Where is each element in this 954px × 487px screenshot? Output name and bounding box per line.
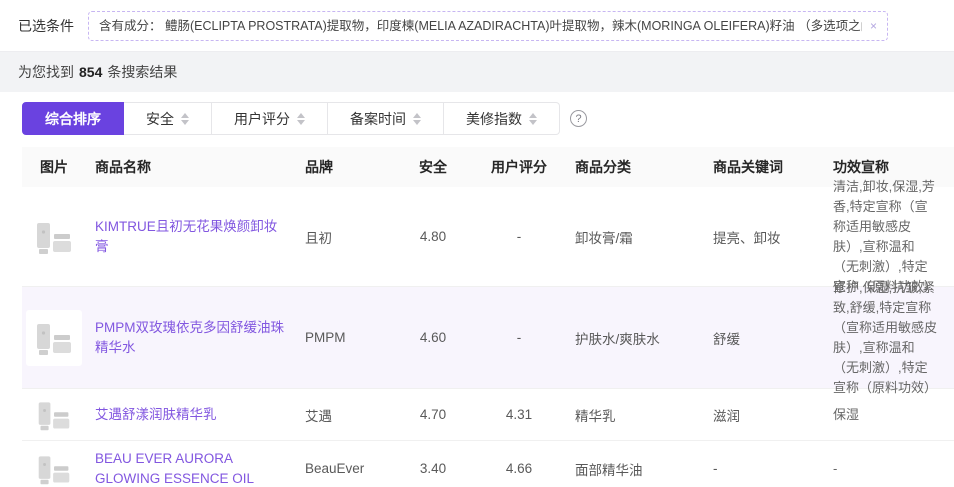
col-header-keywords: 商品关键词 xyxy=(697,157,825,177)
brand-cell: PMPM xyxy=(296,330,395,345)
keywords-cell: 舒缓 xyxy=(697,328,825,348)
ingredient-filter-tag: 含有成分： 鳢肠(ECLIPTA PROSTRATA)提取物，印度楝(MELIA… xyxy=(88,11,888,41)
results-suffix: 条搜索结果 xyxy=(107,62,177,82)
brand-cell: 艾遇 xyxy=(296,405,395,425)
sort-tab-label: 备案时间 xyxy=(350,109,406,129)
user-rating-cell: - xyxy=(471,330,567,345)
keywords-cell: 滋润 xyxy=(697,405,825,425)
table-row: KIMTRUE且初无花果焕颜卸妆膏 且初 4.80 - 卸妆膏/霜 提亮、卸妆 … xyxy=(22,187,954,287)
safety-score-cell: 4.70 xyxy=(395,407,471,422)
cosmetics-placeholder-icon xyxy=(32,318,76,358)
efficacy-cell: 修护,保湿,抗皱,紧致,舒缓,特定宣称（宣称适用敏感皮肤）,宣称温和（无刺激）,… xyxy=(825,270,954,406)
sort-toolbar: 综合排序 安全 用户评分 备案时间 美修指数 ? xyxy=(22,102,954,135)
sort-tab-label: 综合排序 xyxy=(45,109,101,129)
sort-tab-label: 用户评分 xyxy=(234,109,290,129)
product-image[interactable] xyxy=(26,447,82,487)
product-name-link[interactable]: PMPM双玫瑰依克多因舒缓油珠精华水 xyxy=(95,320,284,355)
user-rating-cell: 4.66 xyxy=(471,461,567,476)
results-prefix: 为您找到 xyxy=(18,62,74,82)
keywords-cell: 提亮、卸妆 xyxy=(697,227,825,247)
sort-tab-user-rating[interactable]: 用户评分 xyxy=(212,102,328,135)
table-row: BEAU EVER AURORA GLOWING ESSENCE OIL Bea… xyxy=(22,441,954,487)
col-header-image: 图片 xyxy=(22,157,86,177)
filter-tag-text: 含有成分： 鳢肠(ECLIPTA PROSTRATA)提取物，印度楝(MELIA… xyxy=(99,18,862,34)
sort-tab-composite[interactable]: 综合排序 xyxy=(22,102,124,135)
safety-score-cell: 4.60 xyxy=(395,330,471,345)
close-icon[interactable]: × xyxy=(870,20,877,32)
brand-cell: BeauEver xyxy=(296,461,395,476)
brand-cell: 且初 xyxy=(296,227,395,247)
sort-carets-icon xyxy=(413,113,421,125)
filter-label: 已选条件 xyxy=(18,16,74,36)
user-rating-cell: - xyxy=(471,229,567,244)
table-row: 艾遇舒漾润肤精华乳 艾遇 4.70 4.31 精华乳 滋润 保湿 xyxy=(22,389,954,441)
help-icon[interactable]: ? xyxy=(570,110,587,127)
col-header-rating: 用户评分 xyxy=(471,157,567,177)
safety-score-cell: 3.40 xyxy=(395,461,471,476)
product-image[interactable] xyxy=(26,310,82,366)
cosmetics-placeholder-icon xyxy=(34,397,74,433)
sort-tab-safety[interactable]: 安全 xyxy=(124,102,212,135)
results-count: 854 xyxy=(79,64,102,80)
product-image[interactable] xyxy=(26,209,82,265)
table-header-row: 图片 商品名称 品牌 安全 用户评分 商品分类 商品关键词 功效宣称 xyxy=(22,147,954,187)
products-table: 图片 商品名称 品牌 安全 用户评分 商品分类 商品关键词 功效宣称 KIMTR… xyxy=(22,147,954,487)
col-header-brand: 品牌 xyxy=(296,157,395,177)
sort-carets-icon xyxy=(181,113,189,125)
table-row: PMPM双玫瑰依克多因舒缓油珠精华水 PMPM 4.60 - 护肤水/爽肤水 舒… xyxy=(22,287,954,389)
category-cell: 面部精华油 xyxy=(567,459,697,479)
user-rating-cell: 4.31 xyxy=(471,407,567,422)
selected-filters-bar: 已选条件 含有成分： 鳢肠(ECLIPTA PROSTRATA)提取物，印度楝(… xyxy=(0,0,954,52)
sort-tab-label: 美修指数 xyxy=(466,109,522,129)
col-header-name: 商品名称 xyxy=(86,157,296,177)
sort-carets-icon xyxy=(297,113,305,125)
product-name-link[interactable]: KIMTRUE且初无花果焕颜卸妆膏 xyxy=(95,219,277,254)
category-cell: 精华乳 xyxy=(567,405,697,425)
sort-carets-icon xyxy=(529,113,537,125)
sort-tab-label: 安全 xyxy=(146,109,174,129)
category-cell: 卸妆膏/霜 xyxy=(567,227,697,247)
cosmetics-placeholder-icon xyxy=(32,217,76,257)
product-name-link[interactable]: 艾遇舒漾润肤精华乳 xyxy=(95,407,217,422)
safety-score-cell: 4.80 xyxy=(395,229,471,244)
sort-tab-group: 综合排序 安全 用户评分 备案时间 美修指数 xyxy=(22,102,560,135)
col-header-category: 商品分类 xyxy=(567,157,697,177)
keywords-cell: - xyxy=(697,461,825,476)
sort-tab-meixiu-index[interactable]: 美修指数 xyxy=(444,102,560,135)
category-cell: 护肤水/爽肤水 xyxy=(567,328,697,348)
results-count-bar: 为您找到 854 条搜索结果 xyxy=(0,52,954,92)
results-panel: 综合排序 安全 用户评分 备案时间 美修指数 ? 图片 商品名称 xyxy=(0,92,954,487)
cosmetics-placeholder-icon xyxy=(34,451,74,487)
product-image[interactable] xyxy=(26,393,82,437)
col-header-safety: 安全 xyxy=(395,157,471,177)
product-name-link[interactable]: BEAU EVER AURORA GLOWING ESSENCE OIL xyxy=(95,451,254,486)
efficacy-cell: 保湿 xyxy=(825,397,954,433)
sort-tab-filing-date[interactable]: 备案时间 xyxy=(328,102,444,135)
efficacy-cell: - xyxy=(825,451,954,487)
